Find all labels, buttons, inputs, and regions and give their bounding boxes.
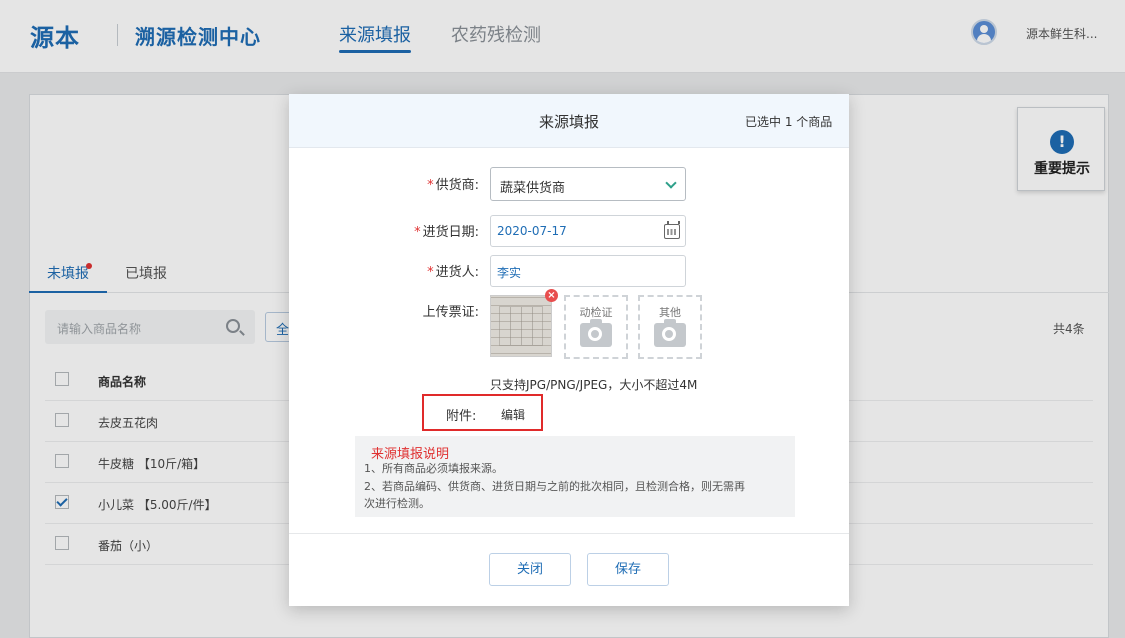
upload-slot-quarantine[interactable]: 动检证 [564, 295, 628, 359]
supplier-select[interactable]: 蔬菜供货商 [490, 167, 686, 201]
supplier-label: * 供货商: [427, 178, 479, 193]
source-report-modal: 来源填报 已选中 1 个商品 * 供货商: 蔬菜供货商 * 进货日期: 2020-0… [289, 94, 849, 606]
instructions-panel: 来源填报说明 1、所有商品必须填报来源。 2、若商品编码、供货商、进货日期与之前… [355, 436, 795, 517]
person-label: * 进货人: [427, 265, 479, 280]
upload-slot-label: 动检证 [579, 306, 613, 319]
date-label: * 进货日期: [414, 225, 479, 240]
person-input[interactable]: 李实 [490, 255, 686, 287]
selected-count: 已选中 1 个商品 [745, 115, 833, 129]
receipt-image-detail [499, 306, 543, 346]
upload-slot-label: 其他 [659, 306, 681, 319]
upload-label: 上传票证: [422, 305, 479, 320]
attachment-label: 附件: [446, 409, 477, 424]
attachment-highlight: 附件: 编辑 [422, 394, 543, 431]
instructions-line: 次进行检测。 [364, 497, 430, 510]
instructions-title: 来源填报说明 [371, 447, 450, 462]
close-button[interactable]: 关闭 [489, 553, 571, 586]
camera-icon [654, 319, 686, 347]
upload-slot-other[interactable]: 其他 [638, 295, 702, 359]
modal-footer-divider [289, 533, 849, 534]
remove-icon[interactable]: × [545, 289, 558, 302]
upload-hint: 只支持JPG/PNG/JPEG，大小不超过4M [490, 378, 698, 392]
calendar-icon[interactable] [664, 221, 680, 239]
date-value: 2020-07-17 [497, 224, 567, 238]
date-picker[interactable]: 2020-07-17 [490, 215, 686, 247]
receipt-thumbnail[interactable] [490, 295, 552, 357]
attachment-edit-link[interactable]: 编辑 [501, 406, 525, 423]
camera-icon [580, 319, 612, 347]
chevron-down-icon [665, 177, 677, 189]
instructions-line: 2、若商品编码、供货商、进货日期与之前的批次相同，且检测合格，则无需再 [364, 480, 745, 493]
supplier-value: 蔬菜供货商 [500, 181, 566, 196]
instructions-line: 1、所有商品必须填报来源。 [364, 462, 503, 475]
save-button[interactable]: 保存 [587, 553, 669, 586]
modal-header: 来源填报 已选中 1 个商品 [289, 94, 849, 148]
person-value: 李实 [497, 266, 522, 280]
